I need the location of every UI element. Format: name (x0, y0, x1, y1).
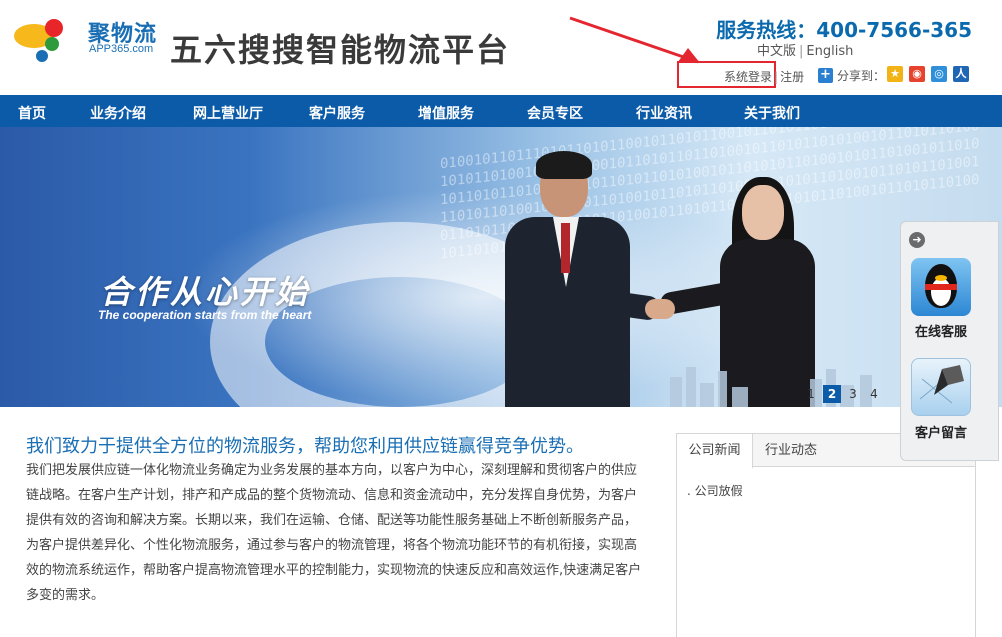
weibo-icon[interactable]: ◉ (909, 66, 925, 82)
nav-value-added[interactable]: 增值服务 (418, 103, 474, 123)
share-label: 分享到： (837, 69, 886, 83)
lang-chinese-link[interactable]: 中文版 (757, 44, 796, 59)
news-panel: 公司新闻 行业动态 . 公司放假 (676, 433, 976, 637)
hero-banner[interactable]: 0100101101110101101011001011010110010110… (0, 127, 1002, 407)
tencent-weibo-icon[interactable]: ◎ (931, 66, 947, 82)
intro-text: 我们把发展供应链一体化物流业务确定为业务发展的基本方向，以客户为中心，深刻理解和… (26, 463, 642, 603)
banner-pager: 1 2 3 4 (802, 385, 883, 403)
pager-4[interactable]: 4 (865, 385, 883, 403)
handshake (645, 299, 675, 319)
banner-slogan: 合作从心开始 (100, 273, 311, 311)
share-icons: ★ ◉ ◎ 人 (887, 66, 969, 82)
nav-about-us[interactable]: 关于我们 (744, 103, 800, 123)
lang-separator: | (799, 44, 804, 59)
message-pen-icon[interactable] (911, 358, 971, 416)
news-item[interactable]: . 公司放假 (687, 482, 743, 499)
login-register: 系统登录 | 注册 (724, 68, 804, 85)
qq-icon[interactable] (911, 258, 971, 316)
lang-english-link[interactable]: English (806, 44, 853, 59)
nav-customer-service[interactable]: 客户服务 (309, 103, 365, 123)
logo-icon (14, 19, 63, 62)
site-header: 聚物流 APP365.com 五六搜搜智能物流平台 服务热线：400-7566-… (0, 0, 1002, 95)
nav-member-zone[interactable]: 会员专区 (527, 103, 583, 123)
login-separator: | (774, 70, 779, 84)
nav-online-hall[interactable]: 网上营业厅 (193, 103, 263, 123)
share-bar: + 分享到： (818, 67, 885, 84)
logo-domain: APP365.com (89, 43, 154, 55)
intro-title: 我们致力于提供全方位的物流服务，帮助您利用供应链赢得竞争优势。 (26, 436, 584, 457)
pager-2[interactable]: 2 (823, 385, 841, 403)
plus-icon[interactable]: + (818, 68, 833, 83)
site-title: 五六搜搜智能物流平台 (170, 31, 511, 69)
language-switch: 中文版 | English (757, 40, 853, 59)
banner-slogan-en: The cooperation starts from the heart (98, 308, 312, 322)
businessman-hair (536, 151, 592, 179)
register-link[interactable]: 注册 (780, 70, 804, 84)
nav-industry-news[interactable]: 行业资讯 (636, 103, 692, 123)
collapse-arrow-icon[interactable]: ➜ (909, 232, 925, 248)
main-nav: 首页 业务介绍 网上营业厅 客户服务 增值服务 会员专区 行业资讯 关于我们 (0, 95, 1002, 127)
businessman-tie (561, 223, 570, 273)
qzone-icon[interactable]: ★ (887, 66, 903, 82)
nav-home[interactable]: 首页 (18, 103, 46, 123)
pager-3[interactable]: 3 (844, 385, 862, 403)
floating-service-panel: ➜ 在线客服 客户留言 (900, 221, 999, 461)
renren-icon[interactable]: 人 (953, 66, 969, 82)
tab-industry-news[interactable]: 行业动态 (753, 434, 829, 468)
tab-company-news[interactable]: 公司新闻 (677, 434, 753, 468)
system-login-link[interactable]: 系统登录 (724, 70, 772, 84)
customer-message-label[interactable]: 客户留言 (901, 422, 981, 441)
businesswoman-head (742, 185, 784, 240)
pager-1[interactable]: 1 (802, 385, 820, 403)
online-service-label[interactable]: 在线客服 (901, 321, 981, 340)
nav-business-intro[interactable]: 业务介绍 (90, 103, 146, 123)
hotline: 服务热线：400-7566-365 (716, 18, 972, 42)
